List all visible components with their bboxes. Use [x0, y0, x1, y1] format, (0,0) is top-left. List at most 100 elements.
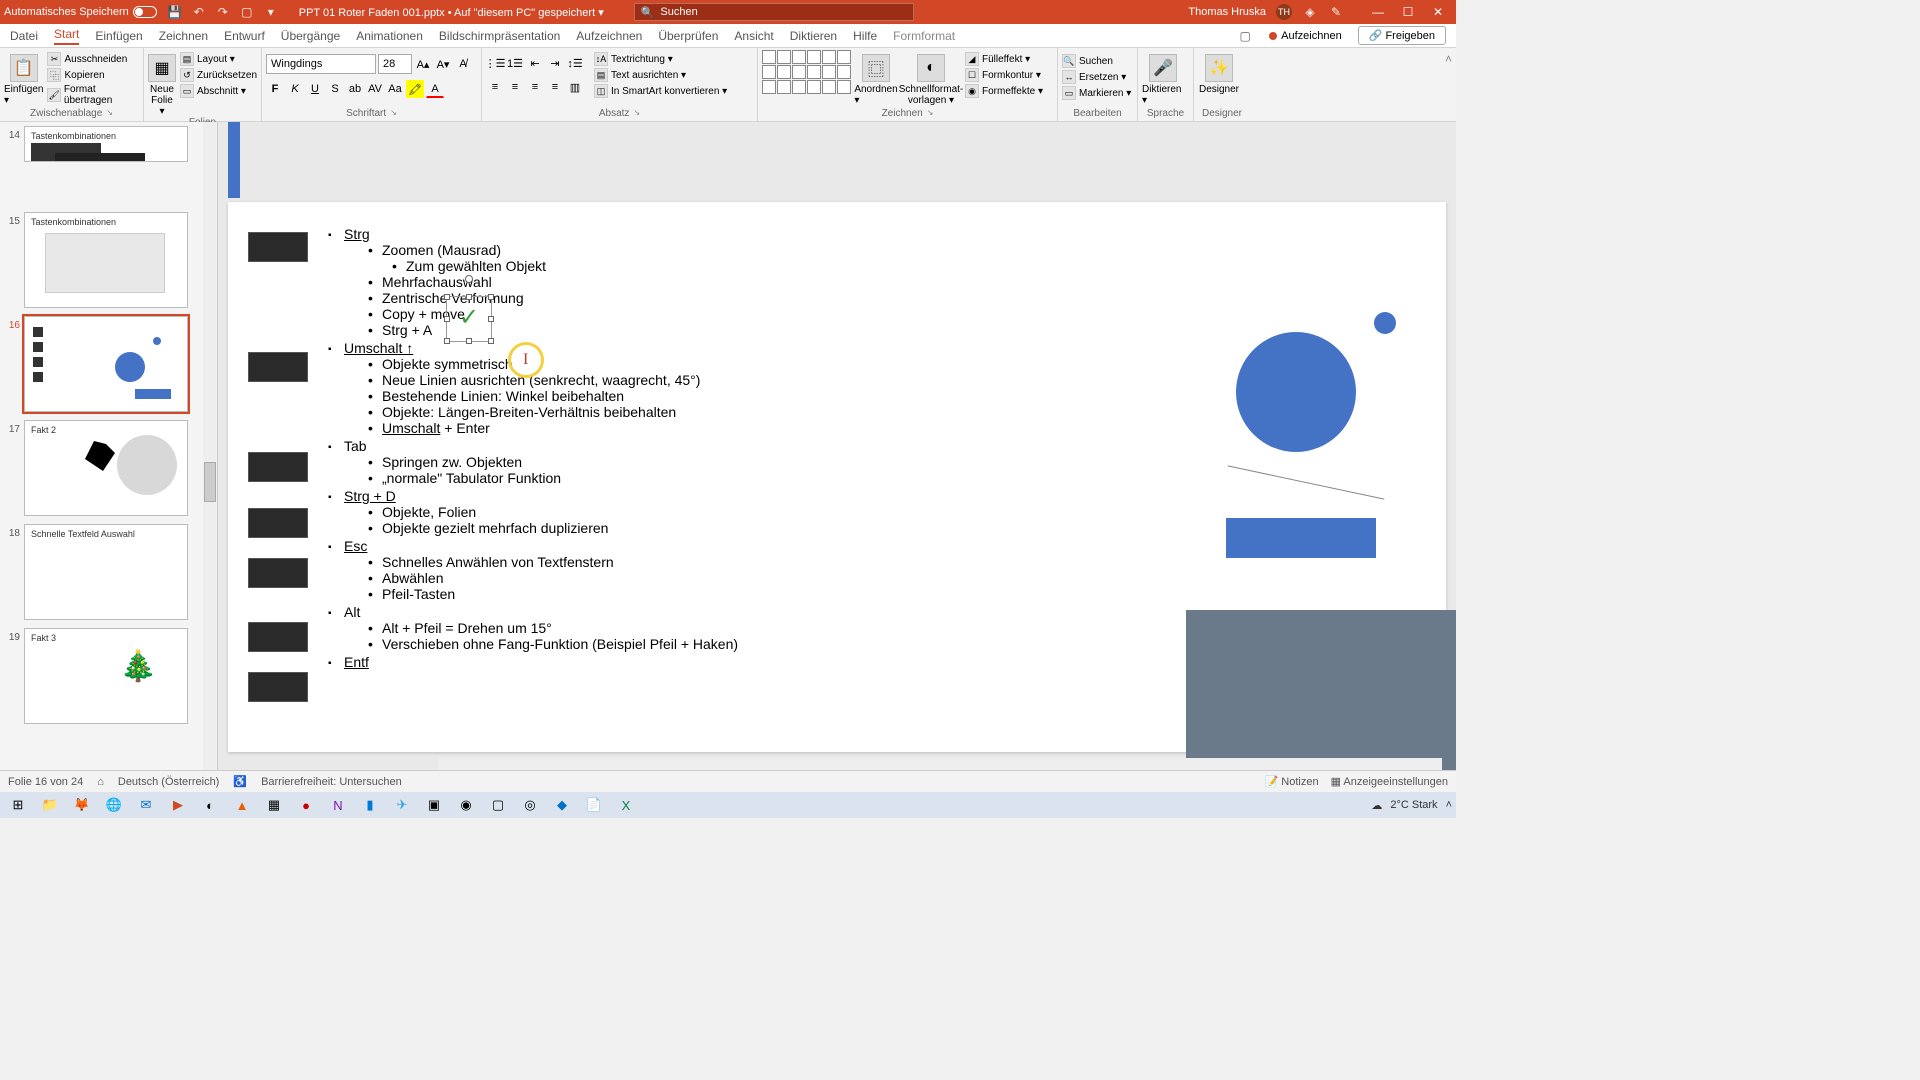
font-size-input[interactable]: 28: [378, 54, 412, 74]
lang-icon[interactable]: ⌂: [97, 776, 104, 788]
cut-button[interactable]: ✂Ausschneiden: [47, 52, 139, 66]
strike-button[interactable]: S: [326, 80, 344, 98]
undo-icon[interactable]: ↶: [191, 4, 207, 20]
launcher-icon[interactable]: ↘: [633, 108, 640, 119]
app5-icon[interactable]: ▢: [484, 794, 512, 816]
quick-styles-button[interactable]: ◐Schnellformat- vorlagen ▾: [901, 50, 961, 106]
excel-icon[interactable]: X: [612, 794, 640, 816]
minimize-button[interactable]: —: [1364, 0, 1392, 24]
dictate-button[interactable]: 🎤Diktieren ▾: [1142, 50, 1184, 106]
copy-button[interactable]: ⿻Kopieren: [47, 68, 139, 82]
avatar[interactable]: TH: [1276, 4, 1292, 20]
tab-hilfe[interactable]: Hilfe: [853, 29, 877, 43]
autosave-toggle[interactable]: Automatisches Speichern: [4, 6, 157, 18]
horizontal-scrollbar[interactable]: [438, 758, 1442, 770]
case-button[interactable]: Aa: [386, 80, 404, 98]
slideshow-icon[interactable]: ▢: [239, 4, 255, 20]
underline-button[interactable]: U: [306, 80, 324, 98]
display-settings-button[interactable]: ▦ Anzeigeeinstellungen: [1331, 775, 1448, 788]
firefox-icon[interactable]: 🦊: [68, 794, 96, 816]
slide-counter[interactable]: Folie 16 von 24: [8, 776, 83, 788]
italic-button[interactable]: K: [286, 80, 304, 98]
tab-ansicht[interactable]: Ansicht: [734, 29, 773, 43]
section-button[interactable]: ▭Abschnitt ▾: [180, 84, 257, 98]
toggle-icon[interactable]: [133, 6, 157, 18]
tab-entwurf[interactable]: Entwurf: [224, 29, 265, 43]
onenote-icon[interactable]: N: [324, 794, 352, 816]
font-name-input[interactable]: Wingdings: [266, 54, 376, 74]
diamond-icon[interactable]: ◈: [1302, 4, 1318, 20]
fill-button[interactable]: ◢Fülleffekt ▾: [965, 52, 1043, 66]
layout-button[interactable]: ▤Layout ▾: [180, 52, 257, 66]
weather-icon[interactable]: ☁: [1371, 799, 1382, 812]
rotate-handle[interactable]: [465, 275, 473, 283]
indent-dec-button[interactable]: ⇤: [526, 54, 544, 72]
explorer-icon[interactable]: 📁: [36, 794, 64, 816]
font-color-button[interactable]: A: [426, 80, 444, 98]
clear-format-button[interactable]: A̸: [454, 55, 472, 73]
app2-icon[interactable]: ▦: [260, 794, 288, 816]
launcher-icon[interactable]: ↘: [106, 108, 113, 119]
notes-button[interactable]: 📝 Notizen: [1265, 775, 1319, 788]
maximize-button[interactable]: ☐: [1394, 0, 1422, 24]
app3-icon[interactable]: ●: [292, 794, 320, 816]
language-label[interactable]: Deutsch (Österreich): [118, 776, 219, 788]
tab-animationen[interactable]: Animationen: [356, 29, 423, 43]
collapse-ribbon-icon[interactable]: ▢: [1237, 28, 1253, 44]
effects-button[interactable]: ◉Formeffekte ▾: [965, 84, 1043, 98]
paste-button[interactable]: 📋Einfügen ▾: [4, 50, 43, 106]
text-align-button[interactable]: ▤Text ausrichten ▾: [594, 68, 727, 82]
selected-shape[interactable]: ✓: [446, 296, 492, 342]
tab-zeichnen[interactable]: Zeichnen: [159, 29, 208, 43]
accessibility-label[interactable]: Barrierefreiheit: Untersuchen: [261, 776, 402, 788]
thumb-16[interactable]: 16: [2, 316, 211, 412]
launcher-icon[interactable]: ↘: [390, 108, 397, 119]
vlc-icon[interactable]: ▲: [228, 794, 256, 816]
save-icon[interactable]: 💾: [167, 4, 183, 20]
access-icon[interactable]: ♿: [233, 775, 247, 788]
justify-button[interactable]: ≡: [546, 78, 564, 96]
thumb-14[interactable]: 14Tastenkombinationen: [2, 126, 211, 162]
search-input[interactable]: 🔍 Suchen: [634, 3, 914, 21]
tab-ueberpruefen[interactable]: Überprüfen: [658, 29, 718, 43]
blue-circle-large[interactable]: [1236, 332, 1356, 452]
columns-button[interactable]: ▥: [566, 78, 584, 96]
shape-gallery[interactable]: [762, 50, 851, 94]
blue-rect-1[interactable]: [1226, 518, 1376, 558]
arrange-button[interactable]: ⿴Anordnen ▾: [855, 50, 897, 106]
align-center-button[interactable]: ≡: [506, 78, 524, 96]
thumb-15[interactable]: 15Tastenkombinationen: [2, 212, 211, 308]
designer-button[interactable]: ✨Designer: [1198, 50, 1240, 95]
weather-label[interactable]: 2°C Stark: [1390, 799, 1437, 811]
slide-text-content[interactable]: Strg Zoomen (Mausrad) Zum gewählten Obje…: [328, 226, 1426, 672]
highlight-button[interactable]: 🖍: [406, 80, 424, 98]
tab-aufzeichnen[interactable]: Aufzeichnen: [576, 29, 642, 43]
spacing-button[interactable]: AV: [366, 80, 384, 98]
launcher-icon[interactable]: ↘: [927, 108, 934, 119]
tab-formformat[interactable]: Formformat: [893, 29, 955, 43]
smartart-button[interactable]: ◫In SmartArt konvertieren ▾: [594, 84, 727, 98]
tab-diktieren[interactable]: Diktieren: [790, 29, 837, 43]
blue-circle-small[interactable]: [1374, 312, 1396, 334]
app7-icon[interactable]: ◆: [548, 794, 576, 816]
align-right-button[interactable]: ≡: [526, 78, 544, 96]
tab-datei[interactable]: Datei: [10, 29, 38, 43]
more-icon[interactable]: ▾: [263, 4, 279, 20]
app6-icon[interactable]: ◎: [516, 794, 544, 816]
close-button[interactable]: ✕: [1424, 0, 1452, 24]
reset-button[interactable]: ↺Zurücksetzen: [180, 68, 257, 82]
telegram-icon[interactable]: ✈: [388, 794, 416, 816]
tray-chevron-icon[interactable]: ˄: [1446, 799, 1452, 811]
outlook-icon[interactable]: ✉: [132, 794, 160, 816]
powerpoint-icon[interactable]: ▶: [164, 794, 192, 816]
thumb-17[interactable]: 17Fakt 2: [2, 420, 211, 516]
line-spacing-button[interactable]: ↕☰: [566, 54, 584, 72]
start-button[interactable]: ⊞: [4, 794, 32, 816]
bullets-button[interactable]: ⋮☰: [486, 54, 504, 72]
thumb-scrollbar[interactable]: [203, 122, 217, 770]
share-button[interactable]: 🔗 Freigeben: [1358, 26, 1446, 45]
record-button[interactable]: Aufzeichnen: [1261, 28, 1350, 44]
vscode-icon[interactable]: ▮: [356, 794, 384, 816]
tab-bildschirm[interactable]: Bildschirmpräsentation: [439, 29, 560, 43]
tab-uebergaenge[interactable]: Übergänge: [281, 29, 340, 43]
